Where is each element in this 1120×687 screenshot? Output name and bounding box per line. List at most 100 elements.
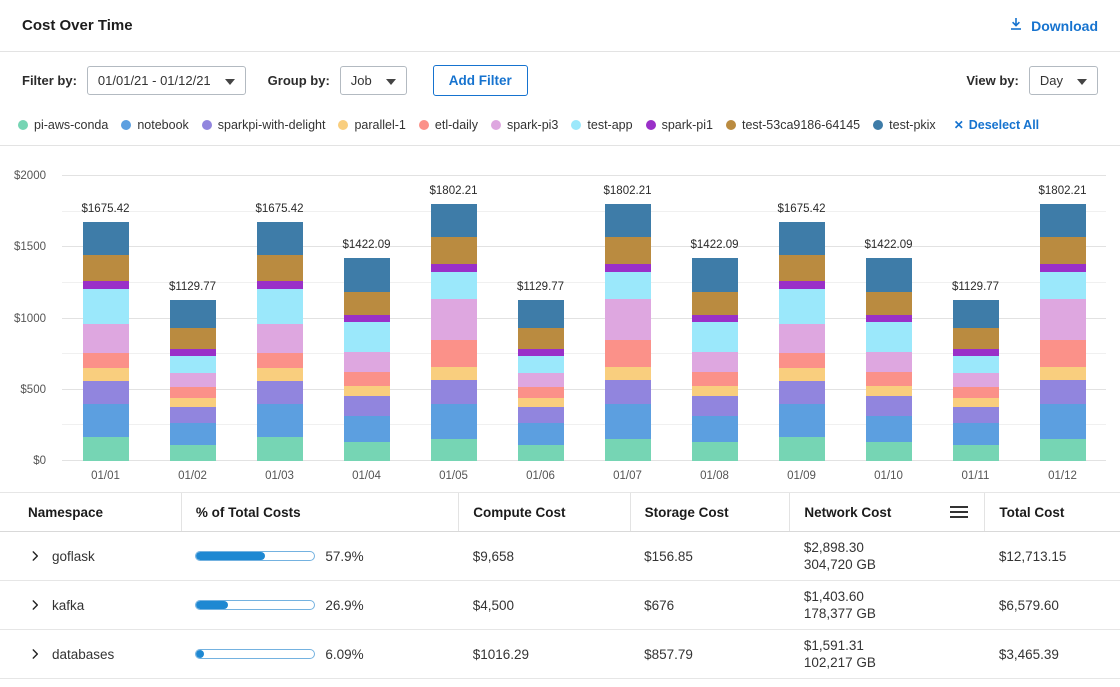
bar-segment-test-53ca9186-64145[interactable] [953,328,999,349]
bar-segment-test-app[interactable] [518,356,564,373]
bar-segment-sparkpi-with-delight[interactable] [779,381,825,404]
bar-segment-spark-pi1[interactable] [83,281,129,289]
bar-segment-etl-daily[interactable] [866,372,912,386]
bar-segment-pi-aws-conda[interactable] [344,442,390,461]
bar-segment-parallel-1[interactable] [170,398,216,407]
bar-segment-test-app[interactable] [83,289,129,325]
bar-segment-parallel-1[interactable] [83,368,129,381]
bar-segment-spark-pi3[interactable] [779,324,825,353]
add-filter-button[interactable]: Add Filter [433,65,528,96]
bar-segment-test-app[interactable] [344,322,390,352]
bar-segment-etl-daily[interactable] [953,387,999,398]
bar-segment-spark-pi3[interactable] [344,352,390,372]
bar-segment-test-pkix[interactable] [953,300,999,328]
menu-icon[interactable] [948,504,970,520]
bar-segment-test-53ca9186-64145[interactable] [344,292,390,315]
bar-segment-spark-pi1[interactable] [431,264,477,272]
legend-item-sparkpi-with-delight[interactable]: sparkpi-with-delight [202,118,326,132]
deselect-all-button[interactable]: ✕ Deselect All [954,118,1039,132]
bar-segment-parallel-1[interactable] [257,368,303,381]
bar-segment-parallel-1[interactable] [866,386,912,397]
bar-segment-sparkpi-with-delight[interactable] [866,396,912,416]
bar-segment-pi-aws-conda[interactable] [1040,439,1086,461]
bar-01/06[interactable]: $1129.77 [518,300,564,461]
bar-segment-sparkpi-with-delight[interactable] [1040,380,1086,404]
bar-segment-test-pkix[interactable] [692,258,738,292]
bar-segment-pi-aws-conda[interactable] [605,439,651,461]
bar-segment-etl-daily[interactable] [83,353,129,369]
legend-item-etl-daily[interactable]: etl-daily [419,118,478,132]
date-range-select[interactable]: 01/01/21 - 01/12/21 [87,66,246,95]
bar-segment-test-pkix[interactable] [1040,204,1086,237]
bar-segment-etl-daily[interactable] [605,340,651,367]
bar-segment-etl-daily[interactable] [692,372,738,386]
bar-segment-pi-aws-conda[interactable] [953,445,999,461]
bar-segment-test-pkix[interactable] [866,258,912,292]
bar-segment-test-pkix[interactable] [170,300,216,328]
bar-segment-pi-aws-conda[interactable] [692,442,738,461]
bar-segment-pi-aws-conda[interactable] [431,439,477,461]
bar-segment-test-app[interactable] [692,322,738,352]
bar-segment-etl-daily[interactable] [431,340,477,367]
bar-01/07[interactable]: $1802.21 [605,204,651,461]
bar-segment-test-53ca9186-64145[interactable] [779,255,825,281]
bar-segment-etl-daily[interactable] [170,387,216,398]
bar-segment-test-app[interactable] [779,289,825,325]
bar-segment-spark-pi1[interactable] [344,315,390,322]
bar-segment-test-app[interactable] [866,322,912,352]
bar-segment-parallel-1[interactable] [692,386,738,397]
chevron-right-icon[interactable] [28,549,42,563]
bar-segment-test-53ca9186-64145[interactable] [257,255,303,281]
chevron-right-icon[interactable] [28,647,42,661]
bar-segment-notebook[interactable] [953,423,999,446]
bar-segment-test-pkix[interactable] [518,300,564,328]
bar-segment-test-app[interactable] [431,272,477,298]
bar-segment-etl-daily[interactable] [1040,340,1086,367]
bar-segment-test-app[interactable] [1040,272,1086,298]
bar-segment-test-pkix[interactable] [257,222,303,255]
bar-segment-notebook[interactable] [866,416,912,442]
bar-segment-test-53ca9186-64145[interactable] [170,328,216,349]
download-button[interactable]: Download [1008,16,1098,35]
bar-segment-parallel-1[interactable] [779,368,825,381]
bar-01/03[interactable]: $1675.42 [257,222,303,461]
bar-segment-spark-pi1[interactable] [257,281,303,289]
bar-segment-test-53ca9186-64145[interactable] [1040,237,1086,264]
bar-segment-sparkpi-with-delight[interactable] [692,396,738,416]
bar-segment-notebook[interactable] [779,404,825,437]
bar-segment-spark-pi3[interactable] [83,324,129,353]
legend-item-notebook[interactable]: notebook [121,118,188,132]
bar-segment-pi-aws-conda[interactable] [866,442,912,461]
bar-01/01[interactable]: $1675.42 [83,222,129,461]
bar-segment-test-53ca9186-64145[interactable] [431,237,477,264]
legend-item-spark-pi1[interactable]: spark-pi1 [646,118,713,132]
bar-segment-spark-pi3[interactable] [1040,299,1086,340]
bar-segment-parallel-1[interactable] [1040,367,1086,380]
bar-segment-test-app[interactable] [953,356,999,373]
bar-segment-pi-aws-conda[interactable] [518,445,564,461]
bar-segment-notebook[interactable] [257,404,303,437]
bar-segment-test-pkix[interactable] [779,222,825,255]
bar-segment-etl-daily[interactable] [257,353,303,369]
bar-segment-notebook[interactable] [344,416,390,442]
bar-segment-sparkpi-with-delight[interactable] [953,407,999,423]
bar-segment-pi-aws-conda[interactable] [170,445,216,461]
bar-segment-test-53ca9186-64145[interactable] [83,255,129,281]
bar-segment-sparkpi-with-delight[interactable] [518,407,564,423]
bar-segment-pi-aws-conda[interactable] [779,437,825,461]
group-by-select[interactable]: Job [340,66,407,95]
bar-segment-test-pkix[interactable] [605,204,651,237]
bar-01/04[interactable]: $1422.09 [344,258,390,461]
bar-segment-parallel-1[interactable] [518,398,564,407]
bar-segment-notebook[interactable] [83,404,129,437]
bar-segment-pi-aws-conda[interactable] [257,437,303,461]
bar-segment-sparkpi-with-delight[interactable] [170,407,216,423]
bar-01/02[interactable]: $1129.77 [170,300,216,461]
bar-segment-spark-pi1[interactable] [866,315,912,322]
bar-segment-test-pkix[interactable] [431,204,477,237]
bar-segment-notebook[interactable] [170,423,216,446]
bar-segment-spark-pi3[interactable] [431,299,477,340]
legend-item-test-app[interactable]: test-app [571,118,632,132]
bar-segment-etl-daily[interactable] [779,353,825,369]
bar-segment-parallel-1[interactable] [605,367,651,380]
